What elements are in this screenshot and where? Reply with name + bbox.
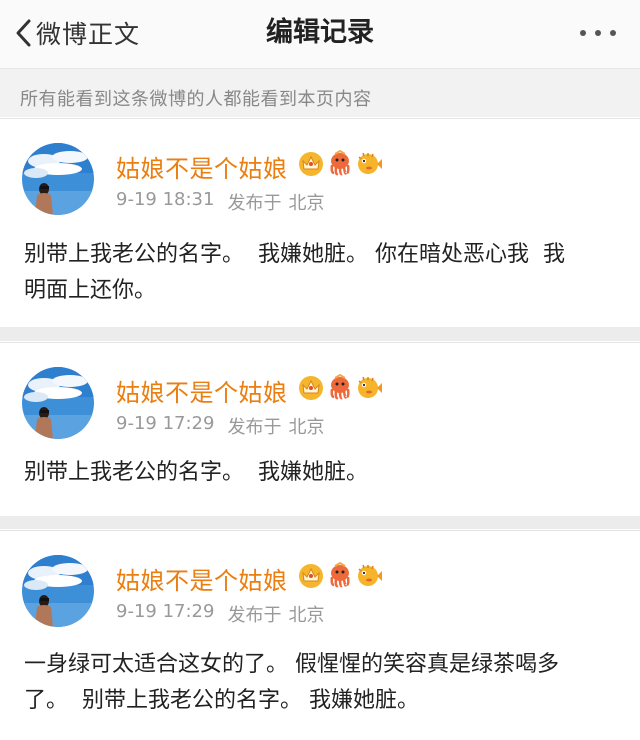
octopus-badge-icon[interactable] <box>326 373 354 401</box>
octopus-badge-icon[interactable] <box>326 561 354 589</box>
card-divider <box>0 516 640 529</box>
pufferfish-badge-icon[interactable] <box>355 149 383 177</box>
navigation-bar: 微博正文 编辑记录 <box>0 0 640 69</box>
edit-record-card: 姑娘不是个姑娘 9-19 17:29 发布于 北京 一身绿可太适合这女的了。 假… <box>0 530 640 740</box>
visibility-notice: 所有能看到这条微博的人都能看到本页内容 <box>0 69 640 117</box>
card-divider <box>0 327 640 341</box>
post-time: 9-19 17:29 <box>116 413 215 434</box>
avatar[interactable] <box>22 367 94 439</box>
post-time: 9-19 18:31 <box>116 189 215 210</box>
avatar[interactable] <box>22 143 94 215</box>
pufferfish-badge-icon[interactable] <box>355 373 383 401</box>
edit-history-page: 微博正文 编辑记录 所有能看到这条微博的人都能看到本页内容 姑娘不是个姑娘 9-… <box>0 0 640 740</box>
post-location: 北京 <box>288 417 325 438</box>
badge-list <box>297 561 384 589</box>
location-prefix: 发布于 <box>227 605 282 626</box>
badge-list <box>297 149 384 177</box>
back-button[interactable]: 微博正文 <box>14 14 140 52</box>
username-link[interactable]: 姑娘不是个姑娘 <box>116 373 288 408</box>
avatar[interactable] <box>22 555 94 627</box>
location-prefix: 发布于 <box>227 417 282 438</box>
crown-badge-icon[interactable] <box>297 149 325 177</box>
crown-badge-icon[interactable] <box>297 561 325 589</box>
post-meta: 9-19 17:29 发布于 北京 <box>116 413 324 439</box>
post-time: 9-19 17:29 <box>116 601 215 622</box>
more-button[interactable] <box>572 18 624 48</box>
post-content: 别带上我老公的名字。 我嫌她脏。 你在暗处恶心我 我 明面上还你。 <box>24 242 565 303</box>
post-location: 北京 <box>288 605 325 626</box>
post-content: 一身绿可太适合这女的了。 假惺惺的笑容真是绿茶喝多 了。 别带上我老公的名字。 … <box>24 652 559 713</box>
crown-badge-icon[interactable] <box>297 373 325 401</box>
post-meta: 9-19 17:29 发布于 北京 <box>116 601 324 627</box>
back-label: 微博正文 <box>36 20 141 49</box>
username-link[interactable]: 姑娘不是个姑娘 <box>116 561 288 596</box>
post-meta: 9-19 18:31 发布于 北京 <box>116 189 324 215</box>
notice-text: 所有能看到这条微博的人都能看到本页内容 <box>20 89 372 110</box>
post-content: 别带上我老公的名字。 我嫌她脏。 <box>24 460 368 485</box>
post-location: 北京 <box>288 193 325 214</box>
edit-record-card: 姑娘不是个姑娘 9-19 18:31 发布于 北京 别带上我老公的名字。 我嫌她… <box>0 118 640 328</box>
octopus-badge-icon[interactable] <box>326 149 354 177</box>
chevron-left-icon <box>16 19 31 47</box>
location-prefix: 发布于 <box>227 193 282 214</box>
username-link[interactable]: 姑娘不是个姑娘 <box>116 149 288 184</box>
badge-list <box>297 373 384 401</box>
pufferfish-badge-icon[interactable] <box>355 561 383 589</box>
more-dots-icon <box>580 30 616 36</box>
edit-record-card: 姑娘不是个姑娘 9-19 17:29 发布于 北京 别带上我老公的名字。 我嫌她… <box>0 342 640 517</box>
